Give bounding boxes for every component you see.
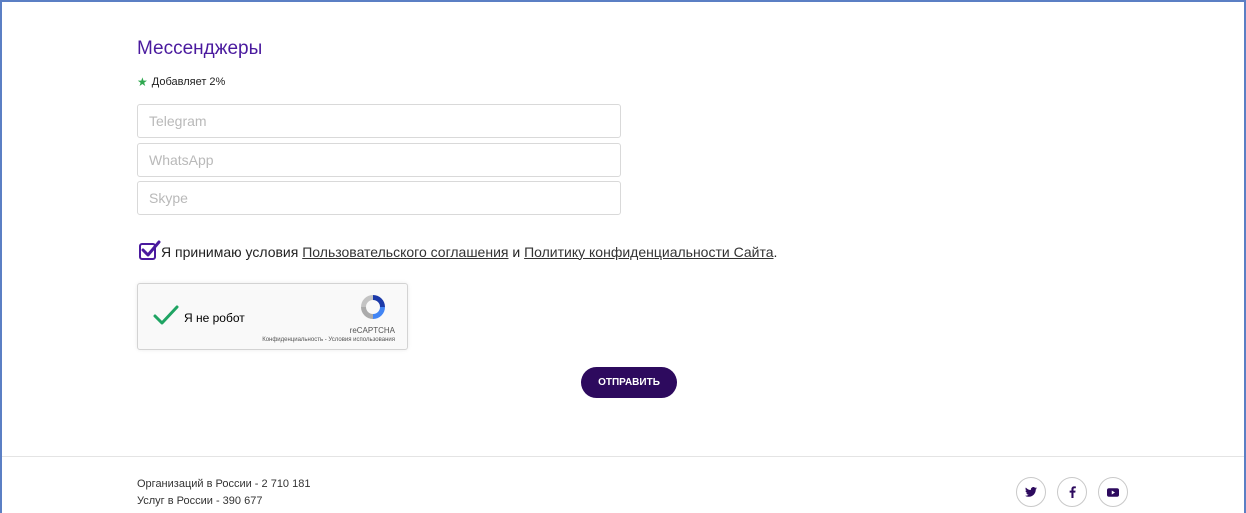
footer-divider — [2, 456, 1244, 457]
agreement-checkbox[interactable] — [139, 240, 161, 260]
bonus-note: ★ Добавляет 2% — [137, 76, 225, 88]
facebook-icon — [1069, 486, 1076, 498]
telegram-input[interactable] — [137, 104, 621, 138]
recaptcha-logo-icon — [358, 292, 388, 327]
recaptcha-terms[interactable]: Конфиденциальность - Условия использован… — [262, 337, 395, 343]
agreement-conj: и — [512, 243, 521, 260]
star-icon: ★ — [137, 75, 148, 89]
user-agreement-link[interactable]: Пользовательского соглашения — [302, 244, 508, 260]
agreement-suffix: . — [773, 243, 778, 260]
recaptcha-check-icon — [153, 305, 179, 325]
recaptcha-brand: reCAPTCHA — [349, 326, 395, 335]
youtube-link[interactable] — [1098, 477, 1128, 507]
twitter-icon — [1025, 487, 1037, 497]
privacy-policy-link[interactable]: Политику конфиденциальности Сайта — [524, 244, 773, 260]
submit-button[interactable]: ОТПРАВИТЬ — [581, 367, 677, 398]
checkmark-icon — [141, 240, 161, 257]
facebook-link[interactable] — [1057, 477, 1087, 507]
whatsapp-input[interactable] — [137, 143, 621, 177]
agreement-row: Я принимаю условия Пользовательского сог… — [139, 240, 778, 260]
skype-input[interactable] — [137, 181, 621, 215]
youtube-icon — [1107, 487, 1119, 497]
stat-services: Услуг в России - 390 677 — [137, 495, 263, 507]
recaptcha-label: Я не робот — [184, 311, 245, 325]
recaptcha-checkbox[interactable] — [152, 304, 180, 333]
twitter-link[interactable] — [1016, 477, 1046, 507]
agreement-prefix: Я принимаю условия — [161, 243, 299, 260]
recaptcha-widget: Я не робот reCAPTCHA Конфиденциальность … — [137, 283, 408, 350]
bonus-text: Добавляет 2% — [151, 76, 226, 88]
stat-organizations: Организаций в России - 2 710 181 — [137, 478, 311, 490]
section-title: Мессенджеры — [137, 38, 263, 59]
